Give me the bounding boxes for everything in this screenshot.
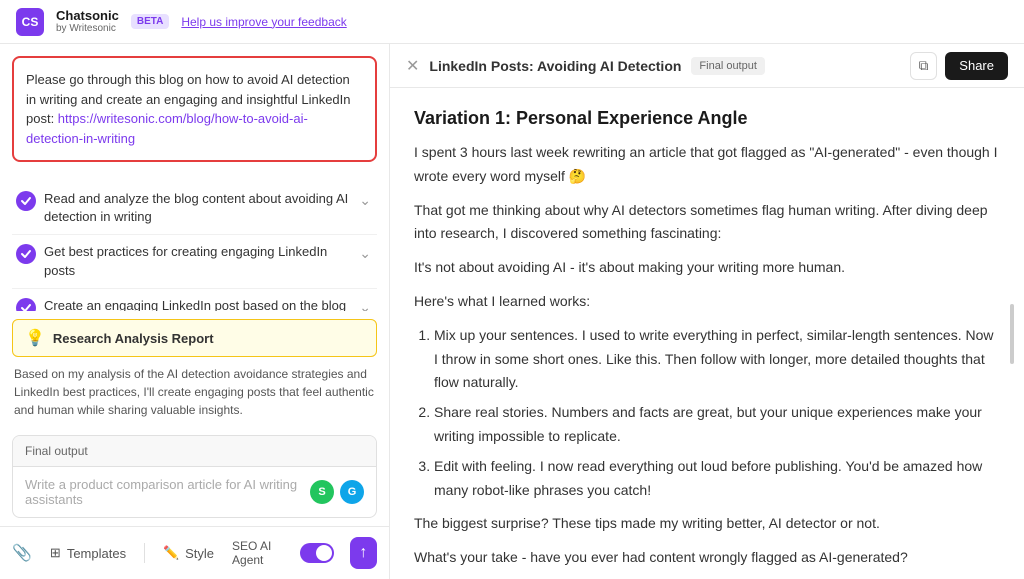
feedback-link[interactable]: Help us improve your feedback bbox=[181, 15, 346, 29]
final-output-header: Final output bbox=[13, 436, 376, 467]
bulb-icon: 💡 bbox=[25, 328, 45, 348]
final-output-input[interactable]: Write a product comparison article for A… bbox=[13, 467, 376, 517]
main-layout: Please go through this blog on how to av… bbox=[0, 44, 1024, 579]
variation1-title: Variation 1: Personal Experience Angle bbox=[414, 108, 1000, 129]
tips-list: Mix up your sentences. I used to write e… bbox=[414, 324, 1000, 503]
logo-icon: CS bbox=[16, 8, 44, 36]
final-output-placeholder: Write a product comparison article for A… bbox=[25, 477, 310, 507]
content-para-1: I spent 3 hours last week rewriting an a… bbox=[414, 141, 1000, 189]
step-item: Get best practices for creating engaging… bbox=[12, 235, 377, 288]
content-para-6: What's your take - have you ever had con… bbox=[414, 546, 1000, 570]
seo-toggle[interactable] bbox=[300, 543, 334, 563]
beta-badge: BETA bbox=[131, 14, 169, 29]
step-chevron-2[interactable]: ⌄ bbox=[357, 243, 373, 264]
prompt-link[interactable]: https://writesonic.com/blog/how-to-avoid… bbox=[26, 111, 308, 146]
brand-sub: by Writesonic bbox=[56, 23, 119, 35]
templates-button[interactable]: ⊞ Templates bbox=[44, 541, 132, 565]
seo-toggle-group: SEO AI Agent bbox=[232, 539, 334, 567]
attach-icon[interactable]: 📎 bbox=[12, 543, 32, 563]
toolbar-separator bbox=[144, 543, 145, 563]
step-check-icon bbox=[16, 191, 36, 211]
app-header: CS Chatsonic by Writesonic BETA Help us … bbox=[0, 0, 1024, 44]
content-para-2: That got me thinking about why AI detect… bbox=[414, 199, 1000, 247]
prompt-text: Please go through this blog on how to av… bbox=[26, 70, 363, 148]
style-button[interactable]: ✏️ Style bbox=[157, 541, 220, 565]
content-para-5: The biggest surprise? These tips made my… bbox=[414, 512, 1000, 536]
right-content: Variation 1: Personal Experience Angle I… bbox=[390, 88, 1024, 579]
step-text-2: Get best practices for creating engaging… bbox=[44, 243, 349, 279]
steps-area: Read and analyze the blog content about … bbox=[0, 174, 389, 311]
right-header-actions: ⧉ Share bbox=[910, 52, 1008, 80]
step-item: Create an engaging LinkedIn post based o… bbox=[12, 289, 377, 311]
toggle-label: SEO AI Agent bbox=[232, 539, 294, 567]
step-text-1: Read and analyze the blog content about … bbox=[44, 190, 349, 226]
step-item: Read and analyze the blog content about … bbox=[12, 182, 377, 235]
content-para-3: It's not about avoiding AI - it's about … bbox=[414, 256, 1000, 280]
send-button[interactable]: ↑ bbox=[350, 537, 377, 569]
close-button[interactable]: ✕ bbox=[406, 56, 419, 76]
brand-name: Chatsonic bbox=[56, 8, 119, 24]
right-panel-header: ✕ LinkedIn Posts: Avoiding AI Detection … bbox=[390, 44, 1024, 88]
research-body: Based on my analysis of the AI detection… bbox=[12, 365, 377, 419]
list-item: Share real stories. Numbers and facts ar… bbox=[434, 401, 1000, 449]
step-chevron-1[interactable]: ⌄ bbox=[357, 190, 373, 211]
toggle-knob bbox=[316, 545, 332, 561]
copy-button[interactable]: ⧉ bbox=[910, 52, 938, 80]
bottom-toolbar: 📎 ⊞ Templates ✏️ Style SEO AI Agent ↑ bbox=[0, 526, 389, 579]
brand-info: Chatsonic by Writesonic bbox=[56, 8, 119, 36]
final-output-section: Final output Write a product comparison … bbox=[12, 435, 377, 518]
right-panel: ✕ LinkedIn Posts: Avoiding AI Detection … bbox=[390, 44, 1024, 579]
list-item: Mix up your sentences. I used to write e… bbox=[434, 324, 1000, 395]
style-icon: ✏️ bbox=[163, 545, 179, 561]
templates-icon: ⊞ bbox=[50, 545, 61, 561]
research-header: 💡 Research Analysis Report bbox=[12, 319, 377, 357]
list-item: Edit with feeling. I now read everything… bbox=[434, 455, 1000, 503]
share-button[interactable]: Share bbox=[945, 52, 1008, 80]
prompt-box: Please go through this blog on how to av… bbox=[12, 56, 377, 162]
final-output-icons: S G bbox=[310, 480, 364, 504]
content-para-4: Here's what I learned works: bbox=[414, 290, 1000, 314]
output-badge: Final output bbox=[691, 57, 764, 75]
right-panel-title: LinkedIn Posts: Avoiding AI Detection bbox=[429, 58, 681, 74]
step-check-icon bbox=[16, 298, 36, 311]
gpt-icon: G bbox=[340, 480, 364, 504]
left-panel: Please go through this blog on how to av… bbox=[0, 44, 390, 579]
research-title: Research Analysis Report bbox=[53, 331, 214, 346]
writesonic-icon: S bbox=[310, 480, 334, 504]
step-check-icon bbox=[16, 244, 36, 264]
research-section: 💡 Research Analysis Report Based on my a… bbox=[12, 319, 377, 419]
step-chevron-3[interactable]: ⌄ bbox=[357, 297, 373, 311]
step-text-3: Create an engaging LinkedIn post based o… bbox=[44, 297, 349, 311]
